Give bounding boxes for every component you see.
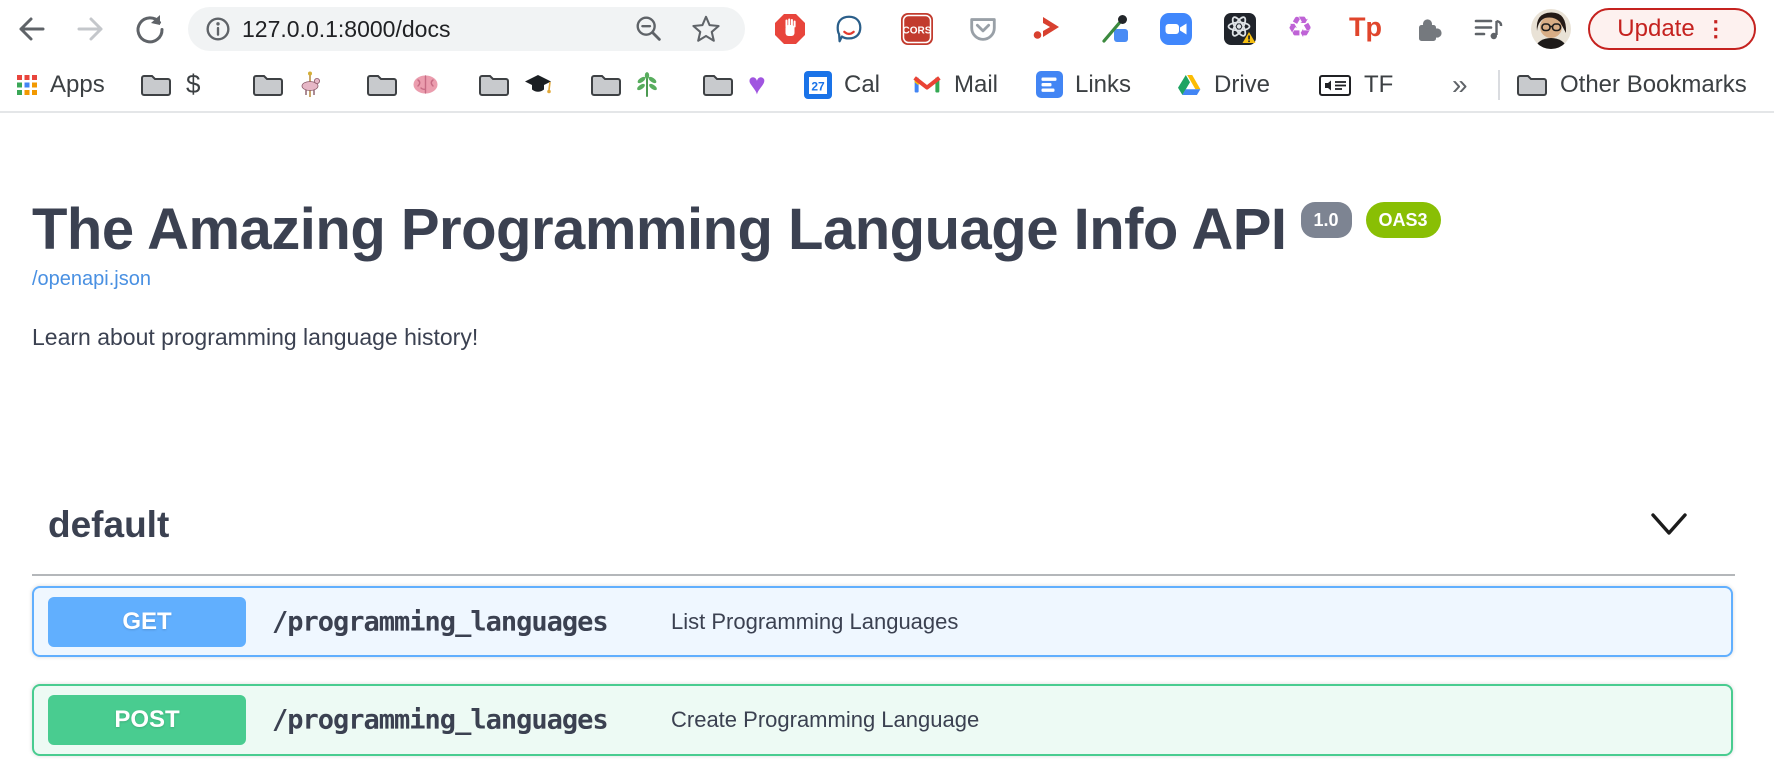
cors-extension-icon[interactable]: CORS (901, 13, 933, 45)
version-badge: 1.0 (1301, 202, 1352, 238)
bookmark-calendar[interactable]: 27 Cal (804, 58, 880, 111)
folder-icon (252, 73, 284, 97)
brain-icon (412, 74, 439, 95)
post-method-button[interactable]: POST (48, 695, 246, 745)
tf-card-icon (1318, 72, 1352, 98)
address-bar[interactable]: 127.0.0.1:8000/docs (188, 7, 745, 51)
avatar-image (1531, 9, 1571, 49)
forward-icon[interactable] (73, 12, 107, 46)
bookmark-folder-brain[interactable] (366, 58, 439, 111)
bookmark-cal-label: Cal (844, 71, 880, 99)
folder-icon (702, 73, 734, 97)
bookmark-mail[interactable]: Mail (912, 58, 998, 111)
graduation-cap-icon (524, 73, 552, 97)
bookmark-folder-herb[interactable] (590, 58, 658, 111)
endpoint-path: /programming_languages (272, 606, 608, 637)
folder-icon (590, 73, 622, 97)
react-devtools-extension-icon[interactable] (1224, 13, 1256, 45)
bookmark-folder-heart[interactable]: ♥ (702, 58, 766, 111)
apps-grid-icon (16, 74, 38, 96)
bookmark-links[interactable]: Links (1036, 58, 1131, 111)
openapi-spec-link[interactable]: /openapi.json (32, 268, 151, 291)
get-method-button[interactable]: GET (48, 597, 246, 647)
bookmark-links-label: Links (1075, 71, 1131, 99)
zoom-video-extension-icon[interactable] (1160, 13, 1192, 45)
google-calendar-icon: 27 (804, 71, 832, 99)
herb-icon (636, 72, 658, 98)
bookmarks-divider-bar (1498, 58, 1500, 111)
browser-toolbar: 127.0.0.1:8000/docs CORS (0, 0, 1774, 58)
svg-text:CORS: CORS (903, 26, 932, 37)
gmail-icon (912, 73, 942, 96)
api-title-row: The Amazing Programming Language Info AP… (32, 196, 1441, 264)
endpoint-row-get[interactable]: GET /programming_languages List Programm… (32, 586, 1733, 657)
section-divider (32, 574, 1735, 576)
bookmark-mail-label: Mail (954, 71, 998, 99)
bookmark-apps-label: Apps (50, 71, 105, 99)
other-bookmarks-label: Other Bookmarks (1560, 71, 1747, 99)
endpoint-summary: List Programming Languages (671, 609, 958, 635)
bookmark-folder-carousel[interactable] (252, 58, 322, 111)
bookmark-star-icon[interactable] (690, 13, 722, 45)
bookmark-drive[interactable]: Drive (1176, 58, 1270, 111)
bookmark-drive-label: Drive (1214, 71, 1270, 99)
extensions-puzzle-icon[interactable] (1413, 13, 1445, 45)
svg-text:27: 27 (811, 79, 825, 93)
url-text[interactable]: 127.0.0.1:8000/docs (242, 7, 450, 51)
bookmark-tf-label: TF (1364, 71, 1393, 99)
bookmark-folder-graduation[interactable] (478, 58, 552, 111)
site-info-icon[interactable] (202, 13, 234, 45)
endpoint-summary: Create Programming Language (671, 707, 979, 733)
bookmark-folder-dollar[interactable]: $ (140, 58, 200, 111)
profile-avatar[interactable] (1531, 9, 1571, 49)
api-description: Learn about programming language history… (32, 324, 478, 351)
section-title-default[interactable]: default (48, 504, 169, 546)
google-drive-icon (1176, 73, 1202, 97)
bookmark-tf[interactable]: TF (1318, 58, 1393, 111)
page-title: The Amazing Programming Language Info AP… (32, 196, 1287, 264)
update-label: Update (1617, 15, 1694, 43)
folder-icon (1516, 73, 1548, 97)
reload-icon[interactable] (133, 12, 167, 46)
oas3-badge: OAS3 (1366, 202, 1441, 238)
music-queue-icon[interactable] (1472, 13, 1504, 45)
carousel-horse-icon (298, 71, 322, 99)
menu-dots-icon[interactable]: ⋮ (1705, 18, 1727, 40)
pocket-extension-icon[interactable] (967, 13, 999, 45)
other-bookmarks[interactable]: Other Bookmarks (1516, 58, 1747, 111)
recycle-extension-icon[interactable]: ♻ (1287, 14, 1319, 46)
folder-icon (366, 73, 398, 97)
chat-bubble-extension-icon[interactable] (833, 13, 865, 45)
endpoint-path: /programming_languages (272, 705, 608, 736)
back-icon[interactable] (15, 12, 49, 46)
endpoint-row-post[interactable]: POST /programming_languages Create Progr… (32, 684, 1733, 756)
red-arrow-extension-icon[interactable] (1031, 13, 1063, 45)
folder-icon (478, 73, 510, 97)
zoom-out-icon[interactable] (633, 13, 665, 45)
chevron-down-icon[interactable] (1650, 512, 1688, 538)
stop-hand-extension-icon[interactable] (774, 13, 806, 45)
bookmarks-bar: Apps $ (0, 58, 1774, 111)
color-picker-extension-icon[interactable] (1099, 13, 1131, 45)
dollar-icon: $ (186, 69, 200, 100)
links-doc-icon (1036, 71, 1063, 98)
toolbar-divider (0, 111, 1774, 113)
chrome-update-button[interactable]: Update ⋮ (1588, 8, 1756, 50)
tp-extension-icon[interactable]: Tp (1349, 12, 1381, 44)
bookmarks-overflow-chevron[interactable]: » (1452, 58, 1468, 111)
bookmark-apps[interactable]: Apps (16, 58, 105, 111)
folder-icon (140, 73, 172, 97)
purple-heart-icon: ♥ (748, 70, 766, 100)
